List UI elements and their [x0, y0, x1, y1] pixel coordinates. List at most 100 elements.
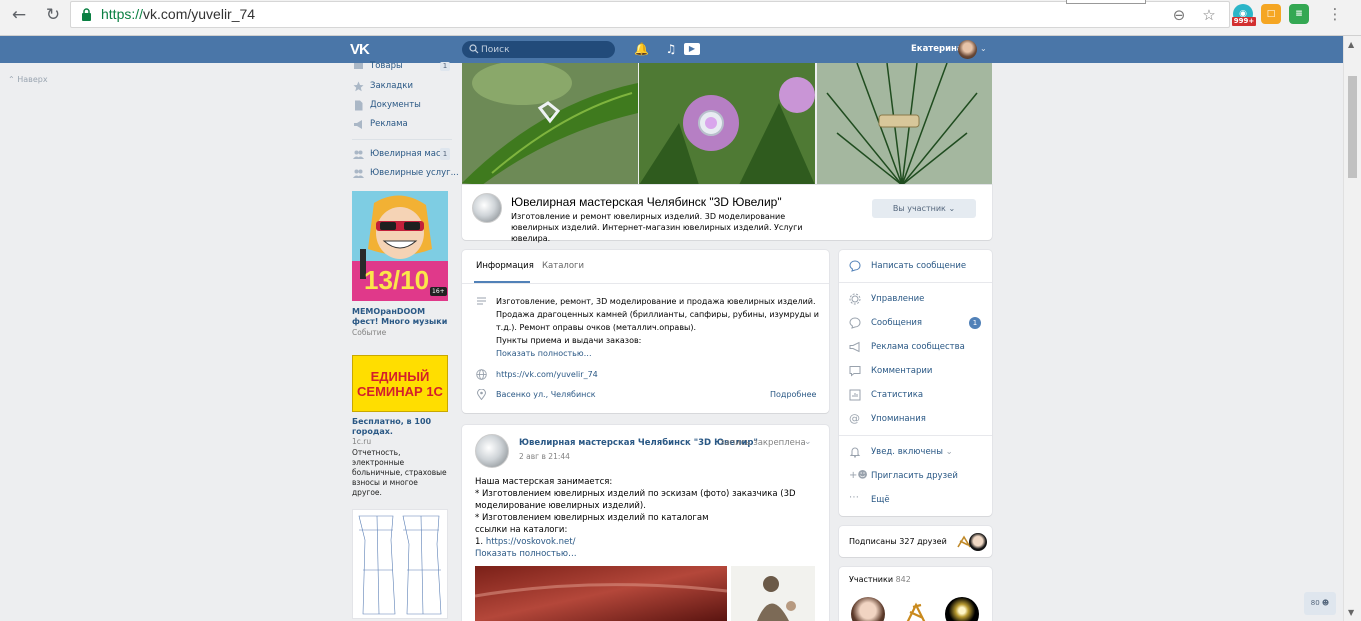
description-text: Изготовление, ремонт, 3D моделирование и…: [496, 297, 819, 332]
tab-info[interactable]: Информация: [476, 261, 534, 271]
address-more-link[interactable]: Подробнее: [770, 388, 816, 401]
member-avatar[interactable]: [945, 597, 979, 621]
ad-block-1c[interactable]: ЕДИНЫЙ СЕМИНАР 1С Бесплатно, в 100 город…: [352, 355, 448, 498]
statistics-icon: [849, 389, 861, 401]
group-avatar[interactable]: [472, 193, 502, 223]
side-item-group-workshop[interactable]: Ювелирная мас... 1: [352, 145, 452, 164]
ad-banner-image[interactable]: ЕДИНЫЙ СЕМИНАР 1С: [352, 355, 448, 412]
members-label: Участники: [849, 575, 894, 584]
ad-block-pattern[interactable]: [352, 509, 448, 619]
side-item-goods[interactable]: Товары 1: [352, 62, 452, 77]
star-icon: [353, 81, 364, 92]
friends-card[interactable]: Подписаны 327 друзей: [839, 526, 992, 557]
extension-list-icon[interactable]: ≡: [1289, 4, 1309, 24]
side-item-bookmarks[interactable]: Закладки: [352, 77, 452, 96]
search-input[interactable]: [481, 42, 601, 57]
action-label: Увед. включены: [871, 447, 943, 457]
show-more-link[interactable]: Показать полностью…: [496, 347, 826, 360]
post-show-more-link[interactable]: Показать полностью…: [475, 548, 805, 560]
post-menu-chevron-icon[interactable]: ⌄: [804, 437, 812, 447]
music-note-icon[interactable]: ♫: [664, 42, 678, 56]
scroll-up-arrow-icon[interactable]: ▲: [1348, 40, 1354, 49]
action-messages[interactable]: Сообщения: [849, 315, 922, 331]
action-label: Упоминания: [871, 414, 926, 424]
side-item-label: Ювелирная мас...: [370, 149, 449, 159]
friend-avatar[interactable]: [969, 533, 987, 551]
bell-icon[interactable]: 🔔: [634, 42, 649, 56]
person-icon: ☻: [1321, 599, 1330, 607]
group-description: Изготовление, ремонт, 3D моделирование и…: [496, 295, 826, 360]
actions-divider: [839, 282, 992, 283]
age-rating-badge: 16+: [430, 287, 447, 296]
scroll-thumb[interactable]: [1348, 76, 1357, 178]
post-text-line: Наша мастерская занимается:: [475, 477, 613, 487]
cover-photo-pine-ring: [817, 63, 992, 185]
post-photo-red-wood[interactable]: [475, 566, 727, 621]
action-manage[interactable]: Управление: [849, 291, 924, 307]
post-author-avatar[interactable]: [475, 434, 509, 468]
star-icon[interactable]: ☆: [1199, 5, 1219, 25]
member-button[interactable]: Вы участник ⌄: [872, 199, 976, 218]
tab-catalogs[interactable]: Каталоги: [542, 261, 584, 271]
user-name[interactable]: Екатерина: [911, 44, 963, 54]
action-statistics[interactable]: Статистика: [849, 387, 923, 403]
side-count-badge: 1: [440, 62, 450, 71]
page-scrollbar[interactable]: ▲ ▼: [1343, 36, 1361, 621]
gear-icon: [849, 293, 861, 305]
action-comments[interactable]: Комментарии: [849, 363, 932, 379]
action-label: Ещё: [871, 495, 890, 505]
ad-block-memorandoom[interactable]: 13/10 16+ МЕМОранDOOM фест! Много музыки…: [352, 191, 448, 338]
chevron-down-icon[interactable]: ⌄: [980, 44, 987, 53]
action-more[interactable]: ⋯ Ещё: [849, 492, 890, 508]
back-arrow-icon[interactable]: ←: [8, 4, 30, 26]
ad-subtitle: Событие: [352, 328, 387, 337]
sewing-pattern-image: [358, 515, 442, 615]
post-photo-figurine[interactable]: [731, 566, 815, 621]
user-avatar[interactable]: [958, 40, 977, 59]
ad-title[interactable]: Бесплатно, в 100 городах.: [352, 417, 448, 437]
members-card: Участники 842: [839, 567, 992, 621]
member-avatar[interactable]: [851, 597, 885, 621]
message-bubble-icon: [849, 260, 861, 272]
ad-title[interactable]: МЕМОранDOOM фест! Много музыки: [352, 307, 448, 327]
reload-icon[interactable]: ↻: [42, 4, 64, 26]
website-link[interactable]: https://vk.com/yuvelir_74: [496, 368, 826, 381]
goods-icon: [354, 63, 363, 69]
group-cover: [462, 63, 992, 185]
members-count: 842: [895, 575, 911, 584]
block-icon[interactable]: ⊖: [1169, 5, 1189, 25]
chevron-down-icon: ⌄: [945, 447, 953, 457]
post-catalog-link[interactable]: https://voskovok.net/: [486, 537, 576, 547]
group-icon: [353, 169, 364, 178]
globe-icon: [476, 369, 487, 380]
side-item-documents[interactable]: Документы: [352, 96, 452, 115]
menu-dots-icon[interactable]: ⋮: [1325, 4, 1345, 24]
member-avatar[interactable]: [899, 597, 933, 621]
action-community-ads[interactable]: Реклама сообщества: [849, 339, 965, 355]
chat-widget[interactable]: 80 ☻: [1304, 592, 1336, 615]
ad-banner-image[interactable]: 13/10 16+: [352, 191, 448, 301]
action-invite-friends[interactable]: +☻ Пригласить друзей: [849, 468, 958, 484]
tab-active-indicator: [474, 281, 530, 283]
post-text-line: ссылки на каталоги:: [475, 525, 568, 535]
back-to-top[interactable]: ⌃ Наверх: [8, 75, 48, 84]
vk-logo-icon[interactable]: VK: [350, 42, 375, 57]
play-icon[interactable]: ▶: [684, 43, 700, 55]
write-message-action[interactable]: Написать сообщение: [849, 258, 966, 274]
text-lines-icon: [477, 297, 486, 305]
side-item-group-services[interactable]: Ювелирные услуг...: [352, 164, 459, 183]
vk-header: VK 🔔 ♫ ▶ Екатерина ⌄: [0, 36, 1343, 63]
comment-icon: [849, 366, 861, 377]
extension-chat-icon[interactable]: □: [1261, 4, 1281, 24]
message-bubble-icon: [849, 317, 861, 329]
members-title[interactable]: Участники 842: [849, 575, 911, 584]
post-date[interactable]: 2 авг в 21:44: [519, 452, 570, 461]
messages-count-badge: 1: [969, 317, 981, 329]
search-box[interactable]: [462, 41, 615, 58]
browser-toolbar: ← ↻ https://vk.com/yuvelir_74 ⊖ ☆ ◉ 999+…: [0, 0, 1361, 36]
action-notifications[interactable]: Увед. включены ⌄: [849, 444, 953, 460]
address-bar[interactable]: https://vk.com/yuvelir_74 ⊖ ☆: [70, 1, 1230, 28]
scroll-down-arrow-icon[interactable]: ▼: [1348, 608, 1354, 617]
action-mentions[interactable]: @ Упоминания: [849, 411, 926, 427]
side-item-ads[interactable]: Реклама: [352, 115, 452, 134]
